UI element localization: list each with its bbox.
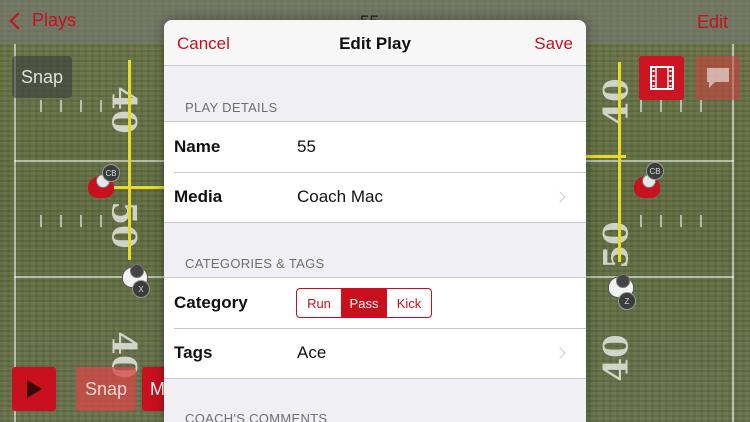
- hash-mark: [40, 215, 42, 227]
- route-line: [618, 62, 621, 262]
- film-icon: [649, 66, 674, 90]
- player-cb-right[interactable]: CB: [630, 162, 666, 204]
- category-label: Category: [174, 293, 248, 312]
- hash-mark: [700, 215, 702, 227]
- segment-run[interactable]: Run: [297, 289, 341, 317]
- media-label: Media: [174, 187, 223, 206]
- hash-mark: [100, 215, 102, 227]
- comment-button[interactable]: [695, 56, 740, 100]
- section-header-comments: COACH'S COMMENTS: [185, 411, 328, 422]
- yard-number: 40: [596, 78, 637, 126]
- media-value: Coach Mac: [297, 187, 383, 206]
- play-icon: [27, 380, 42, 398]
- yard-number: 40: [103, 86, 144, 134]
- hash-mark: [80, 215, 82, 227]
- hash-mark: [640, 100, 642, 112]
- snap-button-bottom[interactable]: Snap: [76, 367, 136, 411]
- section-header-categories: CATEGORIES & TAGS: [185, 256, 325, 271]
- player-tag: Z: [618, 292, 636, 310]
- chevron-left-icon: [9, 12, 27, 30]
- edit-button[interactable]: Edit: [697, 12, 728, 33]
- hash-mark: [80, 100, 82, 112]
- modal-title: Edit Play: [339, 34, 411, 53]
- tags-row[interactable]: Tags Ace: [164, 328, 586, 378]
- hash-mark: [660, 215, 662, 227]
- route-line: [586, 155, 626, 158]
- hash-mark: [40, 100, 42, 112]
- player-x[interactable]: X: [118, 258, 154, 298]
- play-button[interactable]: [12, 367, 56, 411]
- save-button[interactable]: Save: [534, 34, 573, 54]
- media-row[interactable]: Media Coach Mac: [164, 172, 586, 222]
- yard-number: 50: [596, 221, 637, 269]
- hash-mark: [100, 100, 102, 112]
- comment-icon: [706, 68, 729, 88]
- tags-value: Ace: [297, 343, 327, 362]
- yard-line: [14, 160, 164, 162]
- film-button[interactable]: [639, 56, 684, 100]
- hash-mark: [700, 100, 702, 112]
- helmet: [130, 264, 144, 278]
- chevron-right-icon: [554, 191, 566, 203]
- yard-number: 50: [103, 201, 144, 249]
- snap-button-top[interactable]: Snap: [12, 56, 72, 98]
- hash-mark: [680, 100, 682, 112]
- hash-mark: [60, 215, 62, 227]
- back-button-label: Plays: [32, 10, 77, 30]
- modal-header: Cancel Edit Play Save: [164, 20, 586, 66]
- category-segmented-control: Run Pass Kick: [296, 288, 432, 318]
- yard-line: [732, 44, 734, 422]
- hash-mark: [680, 215, 682, 227]
- helmet: [616, 274, 630, 288]
- section-header-play-details: PLAY DETAILS: [185, 100, 278, 115]
- player-tag: CB: [646, 162, 664, 180]
- play-details-group: Name 55 Media Coach Mac: [164, 121, 586, 223]
- name-row[interactable]: Name 55: [164, 122, 586, 172]
- hash-mark: [60, 100, 62, 112]
- name-label: Name: [174, 137, 221, 156]
- player-z[interactable]: Z: [604, 268, 640, 310]
- hash-mark: [640, 215, 642, 227]
- back-button[interactable]: Plays: [9, 10, 77, 31]
- player-cb-left[interactable]: CB: [84, 164, 120, 204]
- player-tag: CB: [102, 164, 120, 182]
- tags-label: Tags: [174, 343, 213, 362]
- route-line: [128, 60, 131, 260]
- segment-pass[interactable]: Pass: [341, 289, 386, 317]
- segment-kick[interactable]: Kick: [386, 289, 431, 317]
- name-field[interactable]: 55: [297, 137, 316, 157]
- edit-play-modal: Cancel Edit Play Save PLAY DETAILS Name …: [164, 20, 586, 422]
- player-tag: X: [132, 280, 150, 298]
- yard-line: [586, 160, 734, 162]
- yard-number: 40: [596, 334, 637, 382]
- hash-mark: [660, 100, 662, 112]
- chevron-right-icon: [554, 347, 566, 359]
- categories-group: Category Run Pass Kick Tags Ace: [164, 277, 586, 379]
- category-row: Category Run Pass Kick: [164, 278, 586, 328]
- yard-line: [14, 44, 16, 422]
